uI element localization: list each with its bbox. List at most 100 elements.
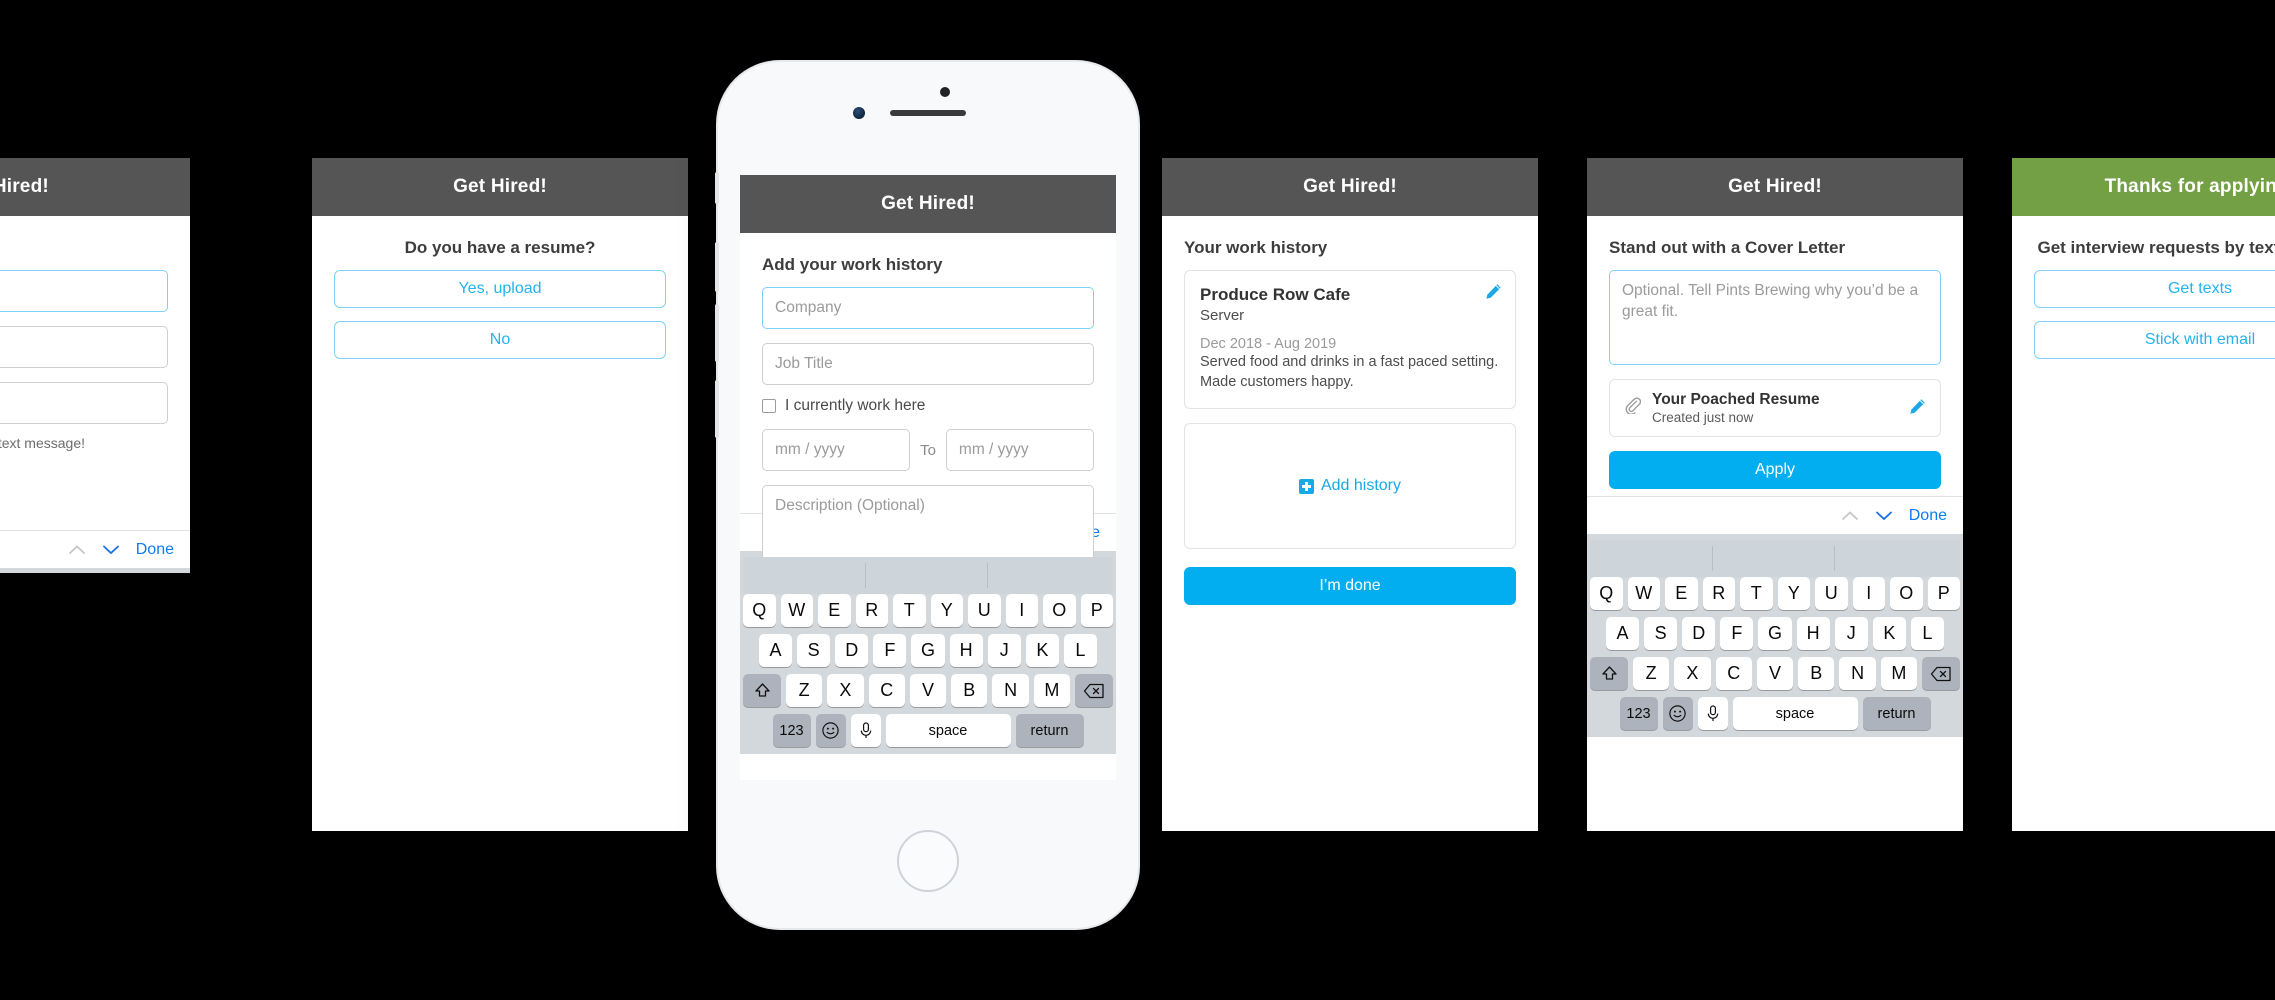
add-history-button[interactable]: Add history [1184,423,1516,550]
key-E[interactable]: E [818,594,851,627]
key-R[interactable]: R [1702,577,1735,610]
key-Z[interactable]: Z [786,674,823,707]
key-H[interactable]: H [949,634,983,667]
get-texts-button[interactable]: Get texts [2034,270,2275,308]
key-X[interactable]: X [827,674,864,707]
key-T[interactable]: T [893,594,926,627]
space-key[interactable]: space [1732,697,1858,730]
key-I[interactable]: I [1852,577,1885,610]
job-title-input[interactable]: Job Title [762,343,1094,385]
im-done-button[interactable]: I’m done [1184,567,1516,606]
key-F[interactable]: F [873,634,907,667]
backspace-icon[interactable] [1074,674,1113,707]
end-date-input[interactable]: mm / yyyy [945,429,1094,471]
key-L[interactable]: L [1063,634,1097,667]
stick-with-email-button[interactable]: Stick with email [2034,321,2275,359]
key-S[interactable]: S [1644,617,1678,650]
key-Z[interactable]: Z [1633,657,1670,690]
key-B[interactable]: B [951,674,988,707]
key-A[interactable]: A [759,634,793,667]
no-button[interactable]: No [334,321,666,359]
key-S[interactable]: S [797,634,831,667]
key-Q[interactable]: Q [1590,577,1623,610]
key-P[interactable]: P [1927,577,1960,610]
section-title: Stand out with a Cover Letter [1609,238,1846,257]
microphone-icon[interactable] [850,714,881,747]
backspace-icon[interactable] [1921,657,1960,690]
key-W[interactable]: W [780,594,813,627]
key-G[interactable]: G [1758,617,1792,650]
emoji-icon[interactable] [815,714,846,747]
key-G[interactable]: G [911,634,945,667]
key-D[interactable]: D [835,634,869,667]
shift-icon[interactable] [743,674,782,707]
key-X[interactable]: X [1674,657,1711,690]
done-button[interactable]: Done [1909,507,1947,525]
currently-work-here-row[interactable]: I currently work here [762,397,1094,415]
phone-input[interactable]: Phone [0,382,168,424]
key-R[interactable]: R [855,594,888,627]
key-M[interactable]: M [1880,657,1917,690]
key-K[interactable]: K [1025,634,1059,667]
key-Y[interactable]: Y [1777,577,1810,610]
key-V[interactable]: V [1756,657,1794,690]
key-Y[interactable]: Y [930,594,963,627]
first-name-input[interactable] [0,270,168,312]
cover-letter-textarea[interactable]: Optional. Tell Pints Brewing why you’d b… [1609,270,1941,365]
key-J[interactable]: J [987,634,1021,667]
screen-cover-letter: Get Hired! Stand out with a Cover Letter… [1587,158,1963,831]
last-name-input[interactable] [0,326,168,368]
key-B[interactable]: B [1798,657,1835,690]
section-title: Name and phone [0,216,168,270]
return-key[interactable]: return [1862,697,1931,730]
resume-attachment-card[interactable]: Your Poached Resume Created just now [1609,379,1941,437]
volume-up-button [715,304,719,362]
numbers-key[interactable]: 123 [1619,697,1658,730]
device-screen: Get Hired! Add your work history Company… [740,175,1116,780]
home-button[interactable] [897,830,959,892]
key-I[interactable]: I [1005,594,1038,627]
done-button[interactable]: Done [136,541,174,559]
key-J[interactable]: J [1834,617,1868,650]
keyboard-row-2: A S D F G H J K L [1590,617,1960,650]
key-L[interactable]: L [1910,617,1944,650]
shift-icon[interactable] [1590,657,1629,690]
pencil-icon[interactable] [1909,398,1926,415]
key-U[interactable]: U [968,594,1001,627]
key-M[interactable]: M [1033,674,1070,707]
key-Q[interactable]: Q [743,594,776,627]
chevron-down-icon[interactable] [1875,510,1893,521]
key-D[interactable]: D [1682,617,1716,650]
yes-upload-button[interactable]: Yes, upload [334,270,666,308]
chevron-up-icon[interactable] [68,544,86,555]
key-W[interactable]: W [1627,577,1660,610]
key-A[interactable]: A [1606,617,1640,650]
microphone-icon[interactable] [1697,697,1728,730]
key-O[interactable]: O [1043,594,1076,627]
key-O[interactable]: O [1890,577,1923,610]
key-C[interactable]: C [868,674,905,707]
return-key[interactable]: return [1015,714,1084,747]
key-P[interactable]: P [1080,594,1113,627]
chevron-down-icon[interactable] [102,544,120,555]
company-input[interactable]: Company [762,287,1094,329]
emoji-icon[interactable] [1662,697,1693,730]
pencil-icon[interactable] [1485,283,1502,300]
key-E[interactable]: E [1665,577,1698,610]
currently-work-here-checkbox[interactable] [762,399,776,413]
key-U[interactable]: U [1815,577,1848,610]
numbers-key[interactable]: 123 [772,714,811,747]
key-H[interactable]: H [1796,617,1830,650]
start-date-input[interactable]: mm / yyyy [762,429,911,471]
key-T[interactable]: T [1740,577,1773,610]
work-history-entry-card[interactable]: Produce Row Cafe Server Dec 2018 - Aug 2… [1184,270,1516,410]
key-N[interactable]: N [1839,657,1876,690]
chevron-up-icon[interactable] [1841,510,1859,521]
space-key[interactable]: space [885,714,1011,747]
key-C[interactable]: C [1715,657,1752,690]
key-F[interactable]: F [1720,617,1754,650]
key-V[interactable]: V [909,674,947,707]
key-K[interactable]: K [1872,617,1906,650]
apply-button[interactable]: Apply [1609,451,1941,489]
key-N[interactable]: N [992,674,1029,707]
